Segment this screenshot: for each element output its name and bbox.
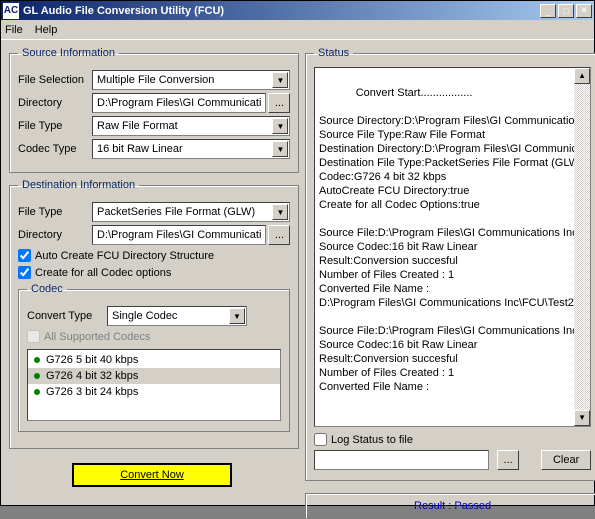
convert-type-value: Single Codec [112, 310, 177, 322]
menu-file[interactable]: File [5, 24, 23, 36]
dst-filetype-value: PacketSeries File Format (GLW) [97, 206, 255, 218]
destination-group: Destination Information File Type Packet… [9, 179, 299, 449]
clear-button[interactable]: Clear [541, 450, 591, 470]
title-bar: AC GL Audio File Conversion Utility (FCU… [1, 1, 594, 20]
bullet-icon [34, 357, 40, 363]
auto-create-input[interactable] [18, 249, 31, 262]
log-status-input[interactable] [314, 433, 327, 446]
dst-browse-button[interactable]: ... [268, 225, 290, 245]
menu-help[interactable]: Help [35, 24, 58, 36]
app-logo: AC [3, 3, 19, 19]
status-group: Status Convert Start................. So… [305, 47, 595, 481]
menu-bar: File Help [1, 20, 594, 40]
window-title: GL Audio File Conversion Utility (FCU) [23, 5, 540, 17]
scroll-up-icon[interactable]: ▲ [574, 68, 590, 84]
app-window: AC GL Audio File Conversion Utility (FCU… [0, 0, 595, 506]
codec-list-item[interactable]: G726 5 bit 40 kbps [28, 352, 280, 368]
codec-legend: Codec [27, 283, 67, 295]
chevron-down-icon: ▼ [272, 141, 288, 157]
dst-directory-label: Directory [18, 229, 92, 241]
file-selection-value: Multiple File Conversion [97, 74, 214, 86]
codec-group: Codec Convert Type Single Codec ▼ All Su… [18, 283, 290, 432]
all-supported-label: All Supported Codecs [44, 331, 150, 343]
all-supported-checkbox: All Supported Codecs [27, 330, 281, 343]
file-selection-combo[interactable]: Multiple File Conversion ▼ [92, 70, 290, 90]
chevron-down-icon: ▼ [272, 204, 288, 220]
status-text: Convert Start................. Source Di… [319, 87, 586, 393]
create-all-label: Create for all Codec options [35, 267, 171, 279]
auto-create-label: Auto Create FCU Directory Structure [35, 250, 214, 262]
status-textarea[interactable]: Convert Start................. Source Di… [314, 67, 591, 427]
src-codectype-combo[interactable]: 16 bit Raw Linear ▼ [92, 139, 290, 159]
auto-create-checkbox[interactable]: Auto Create FCU Directory Structure [18, 249, 290, 262]
src-codectype-label: Codec Type [18, 143, 92, 155]
chevron-down-icon: ▼ [229, 308, 245, 324]
chevron-down-icon: ▼ [272, 118, 288, 134]
chevron-down-icon: ▼ [272, 72, 288, 88]
src-filetype-value: Raw File Format [97, 120, 178, 132]
convert-type-combo[interactable]: Single Codec ▼ [107, 306, 247, 326]
src-directory-label: Directory [18, 97, 92, 109]
source-group: Source Information File Selection Multip… [9, 47, 299, 173]
src-codectype-value: 16 bit Raw Linear [97, 143, 183, 155]
dst-filetype-label: File Type [18, 206, 92, 218]
close-button[interactable]: ✕ [576, 4, 592, 18]
log-file-field[interactable] [314, 450, 489, 470]
log-browse-button[interactable]: ... [497, 450, 519, 470]
result-label: Result : Passed [305, 493, 595, 519]
status-legend: Status [314, 47, 353, 59]
scroll-down-icon[interactable]: ▼ [574, 410, 590, 426]
log-status-checkbox[interactable]: Log Status to file [314, 433, 413, 446]
bullet-icon [34, 389, 40, 395]
scroll-track[interactable] [574, 84, 590, 410]
codec-list-item[interactable]: G726 3 bit 24 kbps [28, 384, 280, 400]
maximize-button[interactable]: □ [558, 4, 574, 18]
src-filetype-label: File Type [18, 120, 92, 132]
convert-type-label: Convert Type [27, 310, 107, 322]
codec-list-label: G726 4 bit 32 kbps [46, 370, 138, 382]
convert-now-button[interactable]: Convert Now [72, 463, 232, 487]
bullet-icon [34, 373, 40, 379]
file-selection-label: File Selection [18, 74, 92, 86]
src-filetype-combo[interactable]: Raw File Format ▼ [92, 116, 290, 136]
create-all-checkbox[interactable]: Create for all Codec options [18, 266, 290, 279]
codec-list-label: G726 3 bit 24 kbps [46, 386, 138, 398]
log-status-label: Log Status to file [331, 434, 413, 446]
dst-directory-field[interactable]: D:\Program Files\GI Communicati [92, 225, 266, 245]
scrollbar[interactable]: ▲ ▼ [574, 68, 590, 426]
codec-listbox[interactable]: G726 5 bit 40 kbps G726 4 bit 32 kbps G726… [27, 349, 281, 421]
minimize-button[interactable]: _ [540, 4, 556, 18]
src-directory-field[interactable]: D:\Program Files\GI Communicati [92, 93, 266, 113]
src-browse-button[interactable]: ... [268, 93, 290, 113]
codec-list-item[interactable]: G726 4 bit 32 kbps [28, 368, 280, 384]
create-all-input[interactable] [18, 266, 31, 279]
all-supported-input [27, 330, 40, 343]
dst-filetype-combo[interactable]: PacketSeries File Format (GLW) ▼ [92, 202, 290, 222]
destination-legend: Destination Information [18, 179, 139, 191]
source-legend: Source Information [18, 47, 119, 59]
codec-list-label: G726 5 bit 40 kbps [46, 354, 138, 366]
